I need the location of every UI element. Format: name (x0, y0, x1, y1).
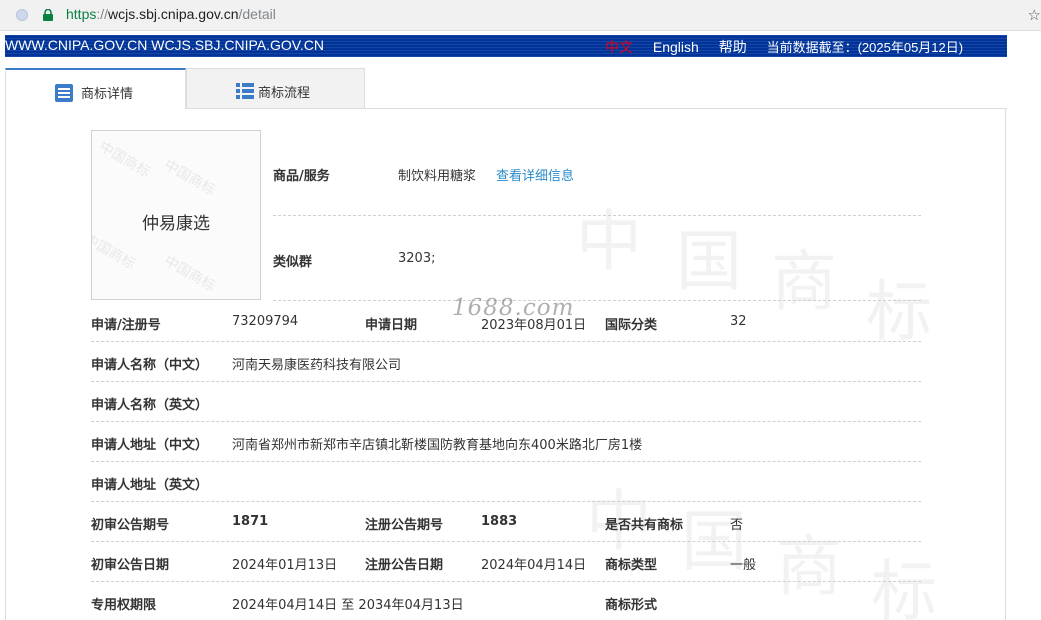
url-scheme: https (66, 6, 97, 22)
site-domains: WWW.CNIPA.GOV.CN WCJS.SBJ.CNIPA.GOV.CN (5, 37, 324, 53)
tm-type-label: 商标类型 (605, 558, 658, 573)
row-divider (91, 421, 921, 422)
url-path: /detail (238, 6, 276, 22)
reg-pub-date-value: 2024年04月14日 (481, 558, 587, 573)
site-banner: WWW.CNIPA.GOV.CN WCJS.SBJ.CNIPA.GOV.CN 中… (5, 35, 1007, 57)
watermark-char: 商 (776, 528, 842, 605)
app-date-label: 申请日期 (365, 318, 418, 333)
banner-links: 中文 English 帮助 当前数据截至：(2025年05月12日) (605, 37, 979, 57)
goods-label: 商品/服务 (273, 169, 330, 184)
url-host: wcjs.sbj.cnipa.gov.cn (108, 6, 239, 22)
watermark-char: 标 (871, 553, 937, 620)
tm-type-value: 一般 (730, 558, 757, 573)
watermark-char: 国 (676, 223, 742, 300)
applicant-cn-value: 河南天易康医药科技有限公司 (232, 358, 402, 373)
row-divider (91, 581, 921, 582)
lang-chinese-link[interactable]: 中文 (605, 39, 633, 55)
image-watermark: 中国商标 (96, 138, 153, 181)
intl-class-label: 国际分类 (605, 318, 658, 333)
row-divider (91, 541, 921, 542)
browser-address-bar: https://wcjs.sbj.cnipa.gov.cn/detail ☆ (0, 0, 1041, 31)
lang-english-link[interactable]: English (653, 39, 699, 55)
reg-no-value: 73209794 (232, 314, 299, 329)
prelim-date-label: 初审公告日期 (91, 558, 170, 573)
reg-pub-no-value: 1883 (481, 514, 518, 529)
tab-label: 商标详情 (81, 87, 134, 102)
image-watermark: 中国商标 (161, 252, 218, 295)
row-divider (273, 300, 921, 301)
image-watermark: 中国商标 (161, 156, 218, 199)
flow-list-icon (236, 82, 254, 104)
prelim-no-value: 1871 (232, 514, 269, 529)
similar-group-label: 类似群 (273, 255, 313, 270)
address-en-label: 申请人地址（英文） (91, 478, 209, 493)
reg-no-label: 申请/注册号 (91, 318, 161, 333)
lock-icon[interactable] (43, 8, 53, 25)
watermark-char: 标 (866, 273, 932, 350)
reg-pub-date-label: 注册公告日期 (365, 558, 444, 573)
overlay-watermark: 1688.com (452, 295, 575, 321)
trademark-image: 中国商标 中国商标 中国商标 中国商标 仲易康选 (91, 130, 261, 300)
help-link[interactable]: 帮助 (719, 39, 747, 55)
tab-trademark-flow[interactable]: 商标流程 (186, 68, 365, 108)
applicant-en-label: 申请人名称（英文） (91, 398, 209, 413)
shared-label: 是否共有商标 (605, 518, 684, 533)
list-icon (54, 83, 74, 107)
term-label: 专用权期限 (91, 598, 157, 613)
term-value: 2024年04月14日 至 2034年04月13日 (232, 598, 464, 613)
trademark-text: 仲易康选 (142, 214, 210, 234)
detail-tabs: 商标详情 商标流程 (5, 68, 1007, 109)
row-divider (91, 381, 921, 382)
url-field[interactable]: https://wcjs.sbj.cnipa.gov.cn/detail (66, 6, 276, 22)
applicant-cn-label: 申请人名称（中文） (91, 358, 209, 373)
similar-group-value: 3203; (398, 251, 436, 266)
address-cn-value: 河南省郑州市新郑市辛店镇北靳楼国防教育基地向东400米路北厂房1楼 (232, 438, 643, 453)
intl-class-value: 32 (730, 314, 747, 329)
row-divider (273, 215, 921, 216)
site-info-icon[interactable] (16, 9, 28, 21)
watermark-char: 商 (771, 243, 837, 320)
row-divider (91, 341, 921, 342)
row-divider (91, 501, 921, 502)
image-watermark: 中国商标 (91, 230, 138, 273)
shared-value: 否 (730, 518, 744, 533)
background-watermark: 中 国 商 标 中 国 商 标 (576, 178, 1005, 620)
url-separator: :// (96, 6, 109, 22)
row-divider (91, 461, 921, 462)
data-date-text: 当前数据截至：(2025年05月12日) (766, 40, 964, 55)
tab-trademark-detail[interactable]: 商标详情 (5, 68, 186, 109)
tab-label: 商标流程 (258, 86, 311, 101)
bookmark-star-icon[interactable]: ☆ (1028, 6, 1041, 24)
reg-pub-no-label: 注册公告期号 (365, 518, 444, 533)
goods-value: 制饮料用糖浆 (398, 169, 477, 184)
watermark-char: 中 (576, 203, 642, 280)
prelim-date-value: 2024年01月13日 (232, 558, 338, 573)
prelim-no-label: 初审公告期号 (91, 518, 170, 533)
goods-detail-link[interactable]: 查看详细信息 (496, 165, 574, 184)
tm-form-label: 商标形式 (605, 598, 658, 613)
address-cn-label: 申请人地址（中文） (91, 438, 209, 453)
